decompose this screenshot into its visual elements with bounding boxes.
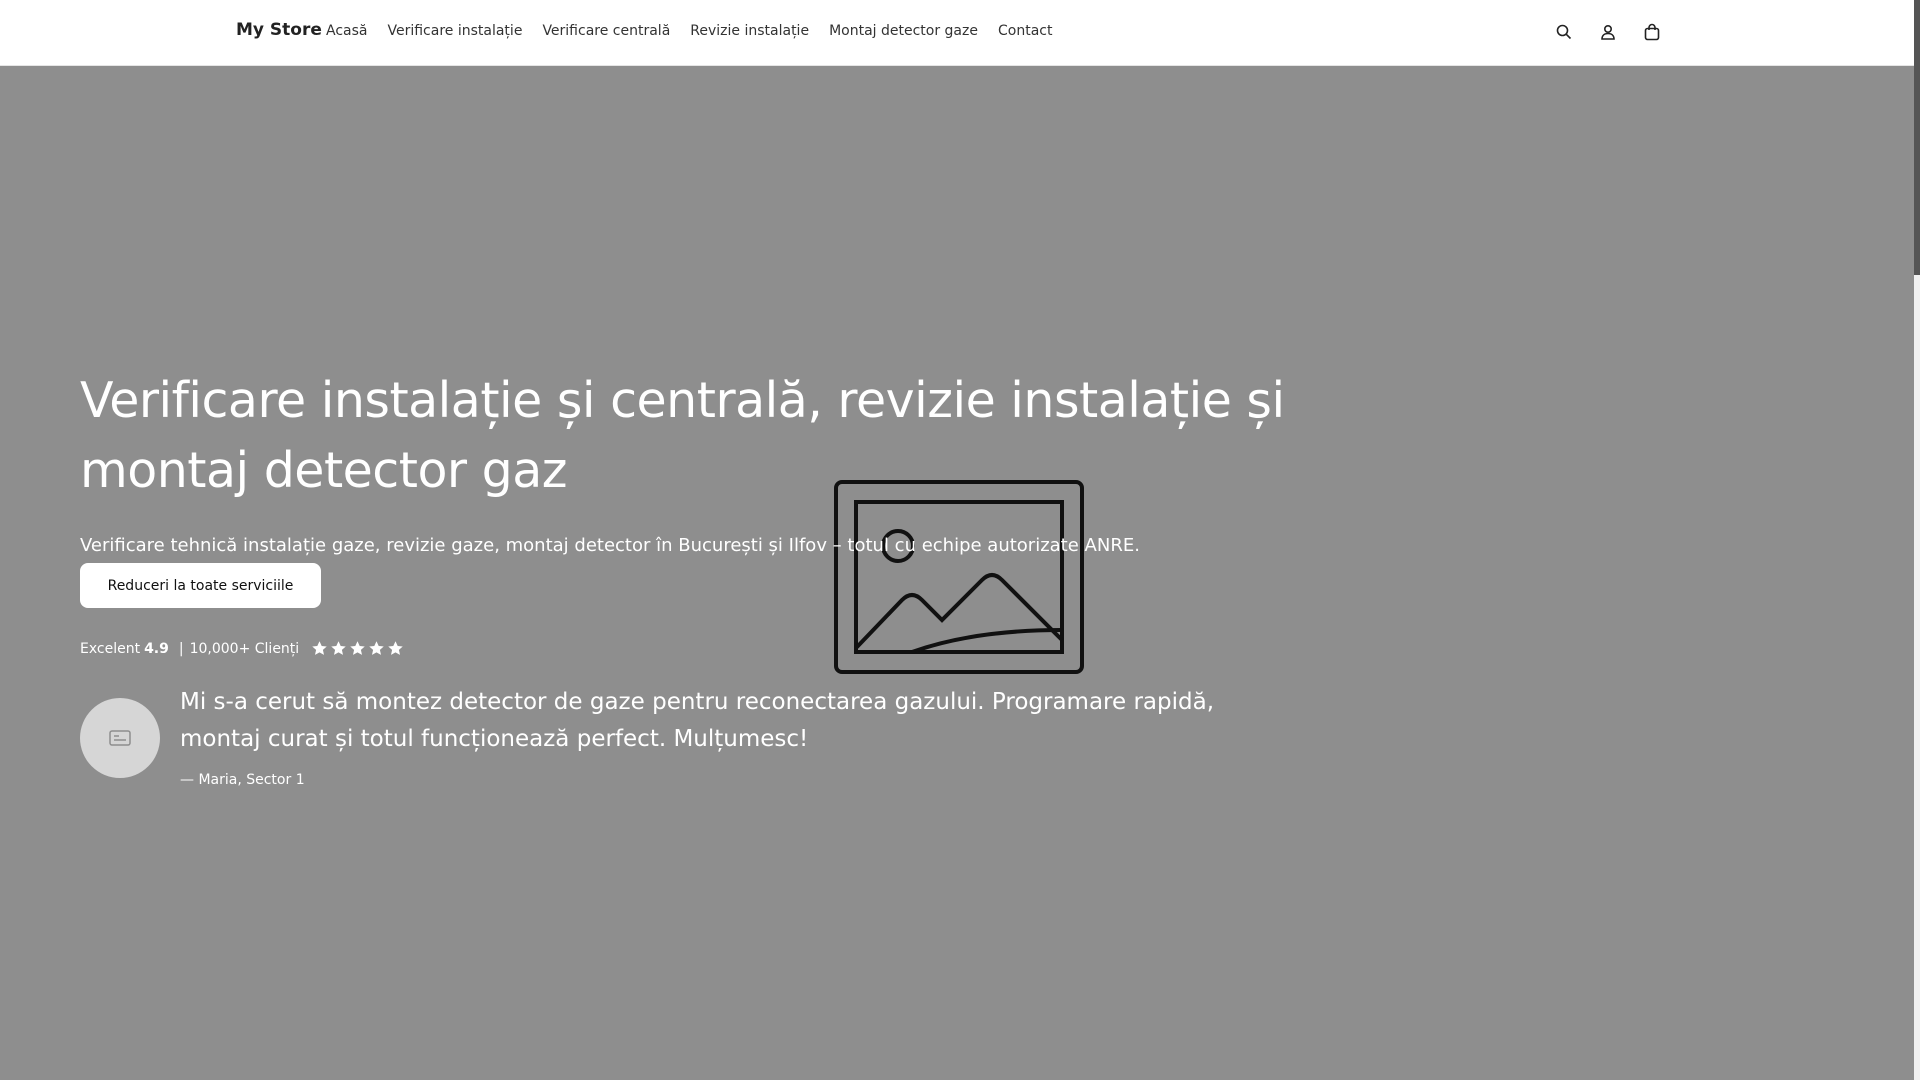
- site-header: My Store Acasă Verificare instalație Ver…: [0, 0, 1914, 66]
- nav-item-contact[interactable]: Contact: [998, 23, 1052, 39]
- nav-item-acasa[interactable]: Acasă: [326, 23, 367, 39]
- brand-logo[interactable]: My Store: [236, 20, 322, 40]
- testimonial-quote: Mi s-a cerut să montez detector de gaze …: [180, 689, 1215, 752]
- nav-item-verificare-centrala[interactable]: Verificare centrală: [542, 23, 670, 39]
- testimonial-author: — Maria, Sector 1: [180, 772, 305, 788]
- star-icon: [312, 641, 327, 655]
- account-icon[interactable]: [1596, 20, 1620, 44]
- rating-stars: [311, 640, 404, 657]
- nav-item-revizie-instalatie[interactable]: Revizie instalație: [690, 23, 809, 39]
- avatar-placeholder-icon: [80, 698, 160, 778]
- nav-item-verificare-instalatie[interactable]: Verificare instalație: [387, 23, 522, 39]
- search-icon[interactable]: [1552, 20, 1576, 44]
- cart-icon[interactable]: [1640, 20, 1664, 44]
- star-icon: [331, 641, 346, 655]
- hero-title: Verificare instalație și centrală, reviz…: [80, 372, 1285, 499]
- rating-summary: Excelent 4.9 | 10,000+ Clienți: [80, 640, 404, 657]
- header-icons: [1552, 20, 1664, 44]
- star-icon: [369, 641, 384, 655]
- main-nav: Acasă Verificare instalație Verificare c…: [326, 23, 1072, 39]
- rating-score: 4.9: [144, 640, 169, 657]
- rating-label: Excelent: [80, 640, 141, 657]
- image-placeholder-icon: [834, 480, 1084, 674]
- scrollbar-thumb[interactable]: [1914, 0, 1920, 275]
- hero-subtitle: Verificare tehnică instalație gaze, revi…: [80, 535, 1140, 556]
- rating-customers: 10,000+ Clienți: [189, 640, 300, 657]
- star-icon: [350, 641, 365, 655]
- page-scrollbar[interactable]: [1914, 0, 1920, 1080]
- rating-separator: |: [178, 640, 184, 657]
- star-icon: [388, 641, 403, 655]
- discount-cta-button[interactable]: Reduceri la toate serviciile: [80, 563, 321, 608]
- nav-item-montaj-detector[interactable]: Montaj detector gaze: [829, 23, 978, 39]
